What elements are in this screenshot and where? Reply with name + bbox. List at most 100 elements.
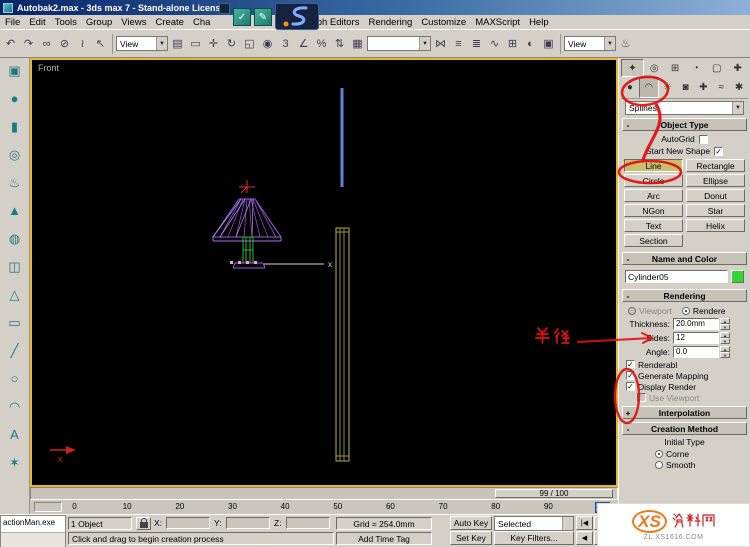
unlink-icon[interactable]: ⊘ (56, 34, 73, 53)
object-name-field[interactable] (625, 270, 728, 283)
category-helpers-icon[interactable]: ✚ (694, 77, 712, 98)
object-type-line-button[interactable]: Line (624, 159, 683, 172)
category-systems-icon[interactable]: ✱ (730, 77, 748, 98)
use-pivot-center-icon[interactable]: ◉ (259, 34, 276, 53)
plane-tool-icon[interactable]: ▭ (4, 313, 26, 332)
tab-modify-icon[interactable]: ◎ (644, 59, 665, 77)
cylinder-tool-icon[interactable]: ▮ (4, 117, 26, 136)
script-check-icon[interactable]: ✓ (233, 8, 251, 26)
previous-key-button[interactable]: ◀ (576, 531, 593, 545)
select-scale-icon[interactable]: ◱ (241, 34, 258, 53)
percent-snap-icon[interactable]: % (313, 34, 330, 53)
checkbox-icon[interactable]: ✓ (626, 360, 635, 369)
select-rotate-icon[interactable]: ↻ (223, 34, 240, 53)
thickness-field[interactable]: 20.0mm (673, 317, 719, 330)
use-viewport-checkbox[interactable] (637, 393, 646, 402)
menu-edit[interactable]: Edit (29, 17, 45, 28)
align-icon[interactable]: ≡ (450, 34, 467, 53)
script-edit-icon[interactable]: ✎ (254, 8, 272, 26)
object-type-circle-button[interactable]: Circle (624, 174, 683, 187)
smooth-radio[interactable]: Smooth (621, 459, 748, 470)
tab-display-icon[interactable]: ▢ (706, 59, 727, 77)
angle-snap-icon[interactable]: ∠ (295, 34, 312, 53)
selection-lock-button[interactable] (136, 517, 151, 530)
category-geometry-icon[interactable]: ● (621, 77, 639, 98)
undo-icon[interactable]: ↶ (2, 34, 19, 53)
x-coord-field[interactable] (166, 517, 210, 529)
splines-dropdown[interactable]: Splines ▼ (625, 101, 744, 115)
rollout-creation-method[interactable]: - Creation Method (622, 422, 747, 435)
quick-render-icon[interactable]: ♨ (617, 34, 634, 53)
object-type-donut-button[interactable]: Donut (686, 189, 745, 202)
track-bar[interactable]: 0102030405060708090100 (30, 500, 618, 514)
snap-toggle-3d-icon[interactable]: 3 (277, 34, 294, 53)
chevron-down-icon[interactable] (562, 517, 573, 530)
mirror-icon[interactable]: ⋈ (432, 34, 449, 53)
radio-icon[interactable] (628, 306, 636, 315)
select-object-icon[interactable]: ↖ (92, 34, 109, 53)
add-time-tag[interactable]: Add Time Tag (336, 532, 432, 545)
spinner-down-icon[interactable]: ▼ (720, 337, 730, 344)
category-spacewarps-icon[interactable]: ≈ (712, 77, 730, 98)
object-type-ngon-button[interactable]: NGon (624, 204, 683, 217)
rollout-name-and-color[interactable]: - Name and Color (622, 252, 747, 265)
menu-rendering[interactable]: Rendering (368, 17, 412, 28)
set-key-button[interactable]: Set Key (450, 531, 492, 545)
key-filters-button[interactable]: Key Filters... (494, 531, 574, 545)
object-type-section-button[interactable]: Section (624, 234, 683, 247)
radio-icon[interactable] (681, 306, 690, 315)
menu-views[interactable]: Views (121, 17, 146, 28)
use-viewport-row[interactable]: Use Viewport (621, 392, 748, 403)
menu-character[interactable]: Cha (193, 17, 210, 28)
angle-spinner[interactable]: ▲ ▼ (720, 345, 730, 358)
z-coord-field[interactable] (286, 517, 330, 529)
checkbox-icon[interactable]: ✓ (626, 371, 635, 380)
start-new-shape-checkbox[interactable]: ✓ (714, 146, 724, 156)
cylinder-pole-object[interactable] (335, 227, 350, 462)
lamp-object[interactable]: x (212, 180, 332, 269)
menu-help[interactable]: Help (529, 17, 549, 28)
checkbox-icon[interactable]: ✓ (626, 382, 635, 391)
sphere-tool-icon[interactable]: ● (4, 89, 26, 108)
object-color-swatch[interactable] (731, 270, 744, 283)
object-type-text-button[interactable]: Text (624, 219, 683, 232)
corner-radio[interactable]: Corne (621, 448, 748, 459)
go-to-start-button[interactable]: |◀ (576, 516, 593, 530)
category-shapes-icon[interactable]: ◠ (638, 77, 659, 98)
text-tool-icon[interactable]: A (4, 425, 26, 444)
star-tool-icon[interactable]: ✶ (4, 453, 26, 472)
render-type-dropdown[interactable]: View ▼ (564, 36, 616, 51)
geosphere-tool-icon[interactable]: ◍ (4, 229, 26, 248)
menu-tools[interactable]: Tools (55, 17, 77, 28)
render-scene-icon[interactable]: ▣ (540, 34, 557, 53)
select-by-name-icon[interactable]: ▤ (169, 34, 186, 53)
time-slider-thumb[interactable]: 99 / 100 (495, 489, 613, 498)
maxscript-mini-listener[interactable]: actionMan.exe (0, 515, 66, 547)
menu-group[interactable]: Group (86, 17, 112, 28)
angle-field[interactable]: 0.0 (673, 345, 719, 358)
autogrid-checkbox[interactable] (698, 134, 708, 144)
tube-tool-icon[interactable]: ◫ (4, 257, 26, 276)
thickness-spinner[interactable]: ▲ ▼ (720, 317, 730, 330)
auto-key-button[interactable]: Auto Key (450, 516, 492, 530)
spinner-snap-icon[interactable]: ⇅ (331, 34, 348, 53)
chevron-down-icon[interactable]: ▼ (419, 37, 430, 50)
y-coord-field[interactable] (226, 517, 270, 529)
viewport-canvas[interactable]: x x (32, 60, 616, 485)
display-render-checkbox[interactable]: ✓ Display Render (621, 381, 748, 392)
sides-spinner[interactable]: ▲ ▼ (720, 331, 730, 344)
chevron-down-icon[interactable]: ▼ (156, 37, 167, 50)
time-slider-track[interactable]: 99 / 100 (30, 487, 618, 500)
select-move-icon[interactable]: ✛ (205, 34, 222, 53)
radio-icon[interactable] (655, 449, 663, 458)
sides-field[interactable]: 12 (673, 331, 719, 344)
tab-motion-icon[interactable]: ◔ (685, 59, 706, 77)
mini-app-icon[interactable] (219, 3, 230, 14)
autogrid-row[interactable]: AutoGrid (621, 133, 748, 145)
spinner-down-icon[interactable]: ▼ (720, 351, 730, 358)
listener-lower-pane[interactable] (1, 532, 65, 547)
object-type-helix-button[interactable]: Helix (686, 219, 745, 232)
selection-filter-dropdown[interactable]: View ▼ (116, 36, 168, 51)
layer-manager-icon[interactable]: ≣ (468, 34, 485, 53)
viewport-label[interactable]: Front (38, 63, 59, 73)
